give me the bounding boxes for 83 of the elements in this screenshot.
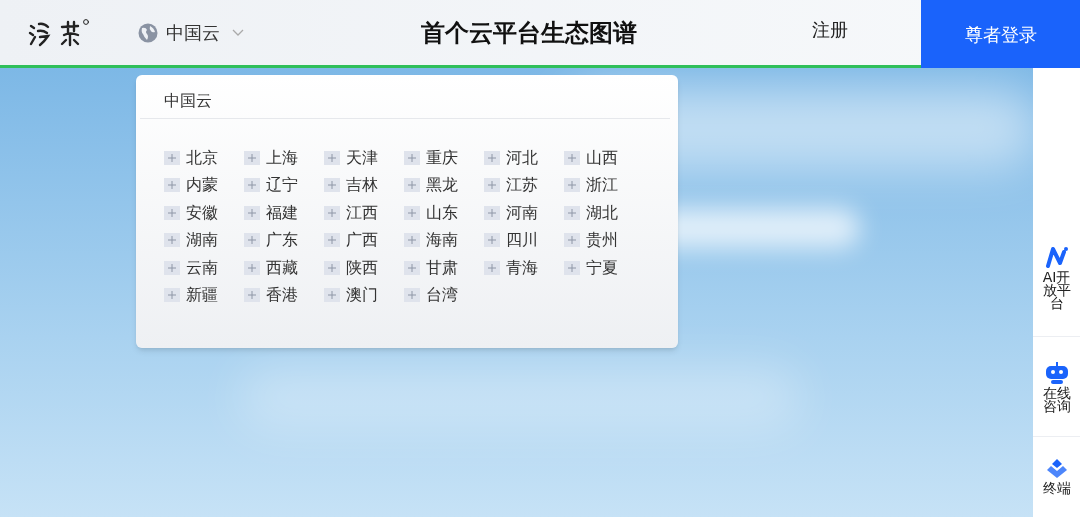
plus-icon — [244, 233, 260, 248]
plus-icon — [404, 288, 420, 303]
plus-icon — [564, 233, 580, 248]
region-option[interactable]: 上海 — [244, 144, 324, 172]
plus-icon — [404, 233, 420, 248]
region-option[interactable]: 海南 — [404, 226, 484, 254]
plus-icon — [164, 288, 180, 303]
region-option[interactable]: 黑龙 — [404, 171, 484, 199]
plus-icon — [324, 260, 340, 275]
plus-icon — [244, 150, 260, 165]
plus-icon — [324, 205, 340, 220]
region-option[interactable]: 河南 — [484, 199, 564, 227]
region-option[interactable]: 新疆 — [164, 281, 244, 309]
plus-icon — [564, 150, 580, 165]
region-option[interactable]: 台湾 — [404, 281, 484, 309]
plus-icon — [324, 178, 340, 193]
plus-icon — [164, 205, 180, 220]
plus-icon — [324, 150, 340, 165]
plus-icon — [164, 260, 180, 275]
region-option[interactable]: 山东 — [404, 199, 484, 227]
region-option[interactable]: 重庆 — [404, 144, 484, 172]
region-option[interactable]: 香港 — [244, 281, 324, 309]
region-option[interactable]: 陕西 — [324, 254, 404, 282]
region-option[interactable]: 青海 — [484, 254, 564, 282]
login-button[interactable]: 尊者登录 — [921, 0, 1080, 68]
side-bar-item[interactable]: AI开放平台 — [1033, 246, 1080, 310]
dropdown-title: 中国云 — [164, 90, 212, 112]
chevron-down-icon — [232, 28, 244, 37]
ai-logo-icon — [1044, 246, 1069, 268]
plus-icon — [484, 233, 500, 248]
plus-icon — [484, 178, 500, 193]
plus-icon — [404, 205, 420, 220]
region-option[interactable]: 山西 — [564, 144, 644, 172]
plus-icon — [324, 233, 340, 248]
plus-icon — [564, 205, 580, 220]
plus-icon — [404, 178, 420, 193]
region-selector[interactable]: 中国云 — [138, 19, 244, 46]
region-option[interactable]: 湖南 — [164, 226, 244, 254]
robot-icon — [1044, 362, 1069, 384]
plus-icon — [324, 288, 340, 303]
page-title: 首个云平台生态图谱 — [421, 17, 637, 49]
side-bar-item[interactable]: 终端 — [1033, 459, 1080, 495]
globe-icon — [138, 22, 158, 43]
region-option[interactable]: 江苏 — [484, 171, 564, 199]
region-option[interactable]: 河北 — [484, 144, 564, 172]
region-option[interactable]: 浙江 — [564, 171, 644, 199]
region-option[interactable]: 辽宁 — [244, 171, 324, 199]
side-bar-item[interactable]: 在线咨询 — [1033, 362, 1080, 413]
logo-icon[interactable] — [28, 17, 90, 48]
plus-icon — [244, 288, 260, 303]
region-option[interactable]: 北京 — [164, 144, 244, 172]
plus-icon — [164, 233, 180, 248]
region-option[interactable]: 澳门 — [324, 281, 404, 309]
region-option[interactable]: 吉林 — [324, 171, 404, 199]
layers-icon — [1045, 459, 1068, 479]
plus-icon — [484, 260, 500, 275]
plus-icon — [244, 205, 260, 220]
region-option[interactable]: 湖北 — [564, 199, 644, 227]
region-option[interactable]: 天津 — [324, 144, 404, 172]
plus-icon — [564, 260, 580, 275]
plus-icon — [244, 178, 260, 193]
region-option[interactable]: 贵州 — [564, 226, 644, 254]
plus-icon — [484, 205, 500, 220]
plus-icon — [404, 150, 420, 165]
region-option[interactable]: 甘肃 — [404, 254, 484, 282]
region-label: 中国云 — [166, 21, 220, 45]
plus-icon — [484, 150, 500, 165]
register-link[interactable]: 注册 — [812, 16, 848, 43]
plus-icon — [164, 150, 180, 165]
region-option[interactable]: 广东 — [244, 226, 324, 254]
region-option[interactable]: 宁夏 — [564, 254, 644, 282]
region-option[interactable]: 内蒙 — [164, 171, 244, 199]
plus-icon — [404, 260, 420, 275]
region-option[interactable]: 福建 — [244, 199, 324, 227]
region-option[interactable]: 西藏 — [244, 254, 324, 282]
plus-icon — [564, 178, 580, 193]
region-option[interactable]: 四川 — [484, 226, 564, 254]
region-option[interactable]: 江西 — [324, 199, 404, 227]
plus-icon — [164, 178, 180, 193]
region-option[interactable]: 云南 — [164, 254, 244, 282]
region-option[interactable]: 广西 — [324, 226, 404, 254]
region-option[interactable]: 安徽 — [164, 199, 244, 227]
plus-icon — [244, 260, 260, 275]
